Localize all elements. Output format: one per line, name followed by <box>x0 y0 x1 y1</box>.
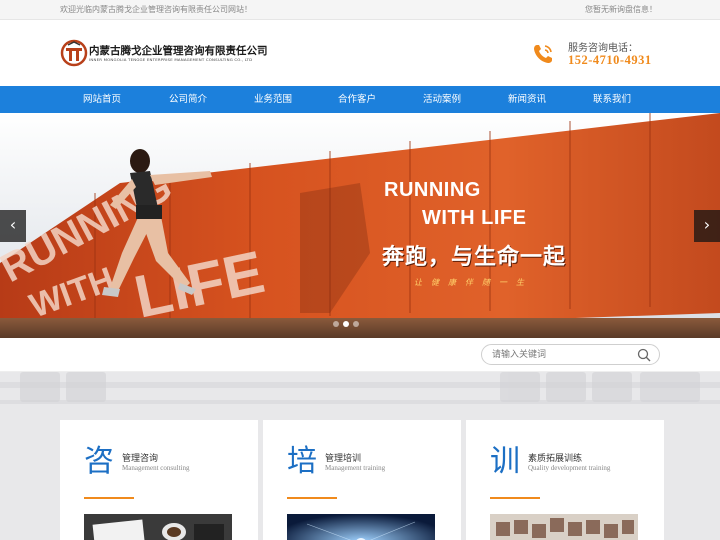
banner-pagination <box>333 321 393 329</box>
header: 内蒙古腾戈企业管理咨询有限责任公司 INNER MONGOLIA TENGGE … <box>0 20 720 86</box>
search-input[interactable] <box>492 347 632 362</box>
logo-company-name-en: INNER MONGOLIA TENGGE ENTERPRISE MANAGEM… <box>89 57 253 62</box>
search-row <box>0 338 720 372</box>
nav-item-news[interactable]: 新闻资讯 <box>487 86 567 113</box>
banner-image: RUNNING WITH LIFE <box>0 113 720 338</box>
banner-dot-2[interactable] <box>343 321 349 327</box>
logo-mark-icon <box>60 39 88 67</box>
hero-banner: RUNNING WITH LIFE RUNNING WITH LIFE 奔跑，与… <box>0 113 720 338</box>
service-card-quality-development[interactable]: 训 素质拓展训练 Quality development training <box>466 420 664 540</box>
nav-item-home[interactable]: 网站首页 <box>62 86 142 113</box>
phone-icon <box>534 45 552 63</box>
banner-cn-title: 奔跑，与生命一起 <box>382 244 567 270</box>
logo-company-name: 内蒙古腾戈企业管理咨询有限责任公司 <box>89 45 268 57</box>
card-title: 素质拓展训练 <box>528 454 583 464</box>
inquiry-notice[interactable]: 您暂无新询盘信息！ <box>585 4 657 15</box>
card-title: 管理咨询 <box>122 454 159 464</box>
banner-dot-1[interactable] <box>333 321 339 327</box>
card-subtitle: Management training <box>325 464 386 472</box>
banner-dot-3[interactable] <box>353 321 359 327</box>
card-divider <box>287 497 337 499</box>
nav-item-clients[interactable]: 合作客户 <box>317 86 397 113</box>
search-icon[interactable] <box>637 348 651 362</box>
top-bar: 欢迎光临内蒙古腾戈企业管理咨询有限责任公司网站！ 您暂无新询盘信息！ <box>0 0 720 20</box>
hotline-number: 152-4710-4931 <box>568 53 652 67</box>
banner-prev-button[interactable]: ‹ <box>0 210 26 242</box>
card-image-quality-development <box>490 514 638 540</box>
card-title: 管理培训 <box>325 454 362 464</box>
nav-item-cases[interactable]: 活动案例 <box>402 86 482 113</box>
service-card-training[interactable]: 培 管理培训 Management training <box>263 420 461 540</box>
banner-next-button[interactable]: › <box>694 210 720 242</box>
site-logo[interactable]: 内蒙古腾戈企业管理咨询有限责任公司 INNER MONGOLIA TENGGE … <box>60 39 270 73</box>
service-card-consulting[interactable]: 咨 管理咨询 Management consulting <box>60 420 258 540</box>
card-char: 咨 <box>84 444 114 479</box>
main-nav: 网站首页 公司简介 业务范围 合作客户 活动案例 新闻资讯 联系我们 <box>0 86 720 113</box>
search-box <box>481 344 660 365</box>
card-subtitle: Management consulting <box>122 464 190 472</box>
nav-item-contact[interactable]: 联系我们 <box>572 86 652 113</box>
hotline-label: 服务咨询电话： <box>568 43 638 54</box>
nav-item-about[interactable]: 公司简介 <box>148 86 228 113</box>
card-char: 训 <box>490 444 520 479</box>
card-image-training <box>287 514 435 540</box>
banner-headline-1: RUNNING <box>384 179 481 201</box>
card-image-consulting <box>84 514 232 540</box>
banner-cn-subtitle: 让健康伴随一生 <box>414 278 533 287</box>
nav-item-business[interactable]: 业务范围 <box>233 86 313 113</box>
card-divider <box>84 497 134 499</box>
banner-headline-2: WITH LIFE <box>422 207 527 229</box>
card-subtitle: Quality development training <box>528 464 611 472</box>
card-char: 培 <box>287 444 317 479</box>
hotline: 服务咨询电话： 152-4710-4931 <box>530 37 670 73</box>
services-section: 咨 管理咨询 Management consulting 培 管理培训 Mana… <box>0 372 720 540</box>
welcome-text: 欢迎光临内蒙古腾戈企业管理咨询有限责任公司网站！ <box>60 5 252 14</box>
card-divider <box>490 497 540 499</box>
